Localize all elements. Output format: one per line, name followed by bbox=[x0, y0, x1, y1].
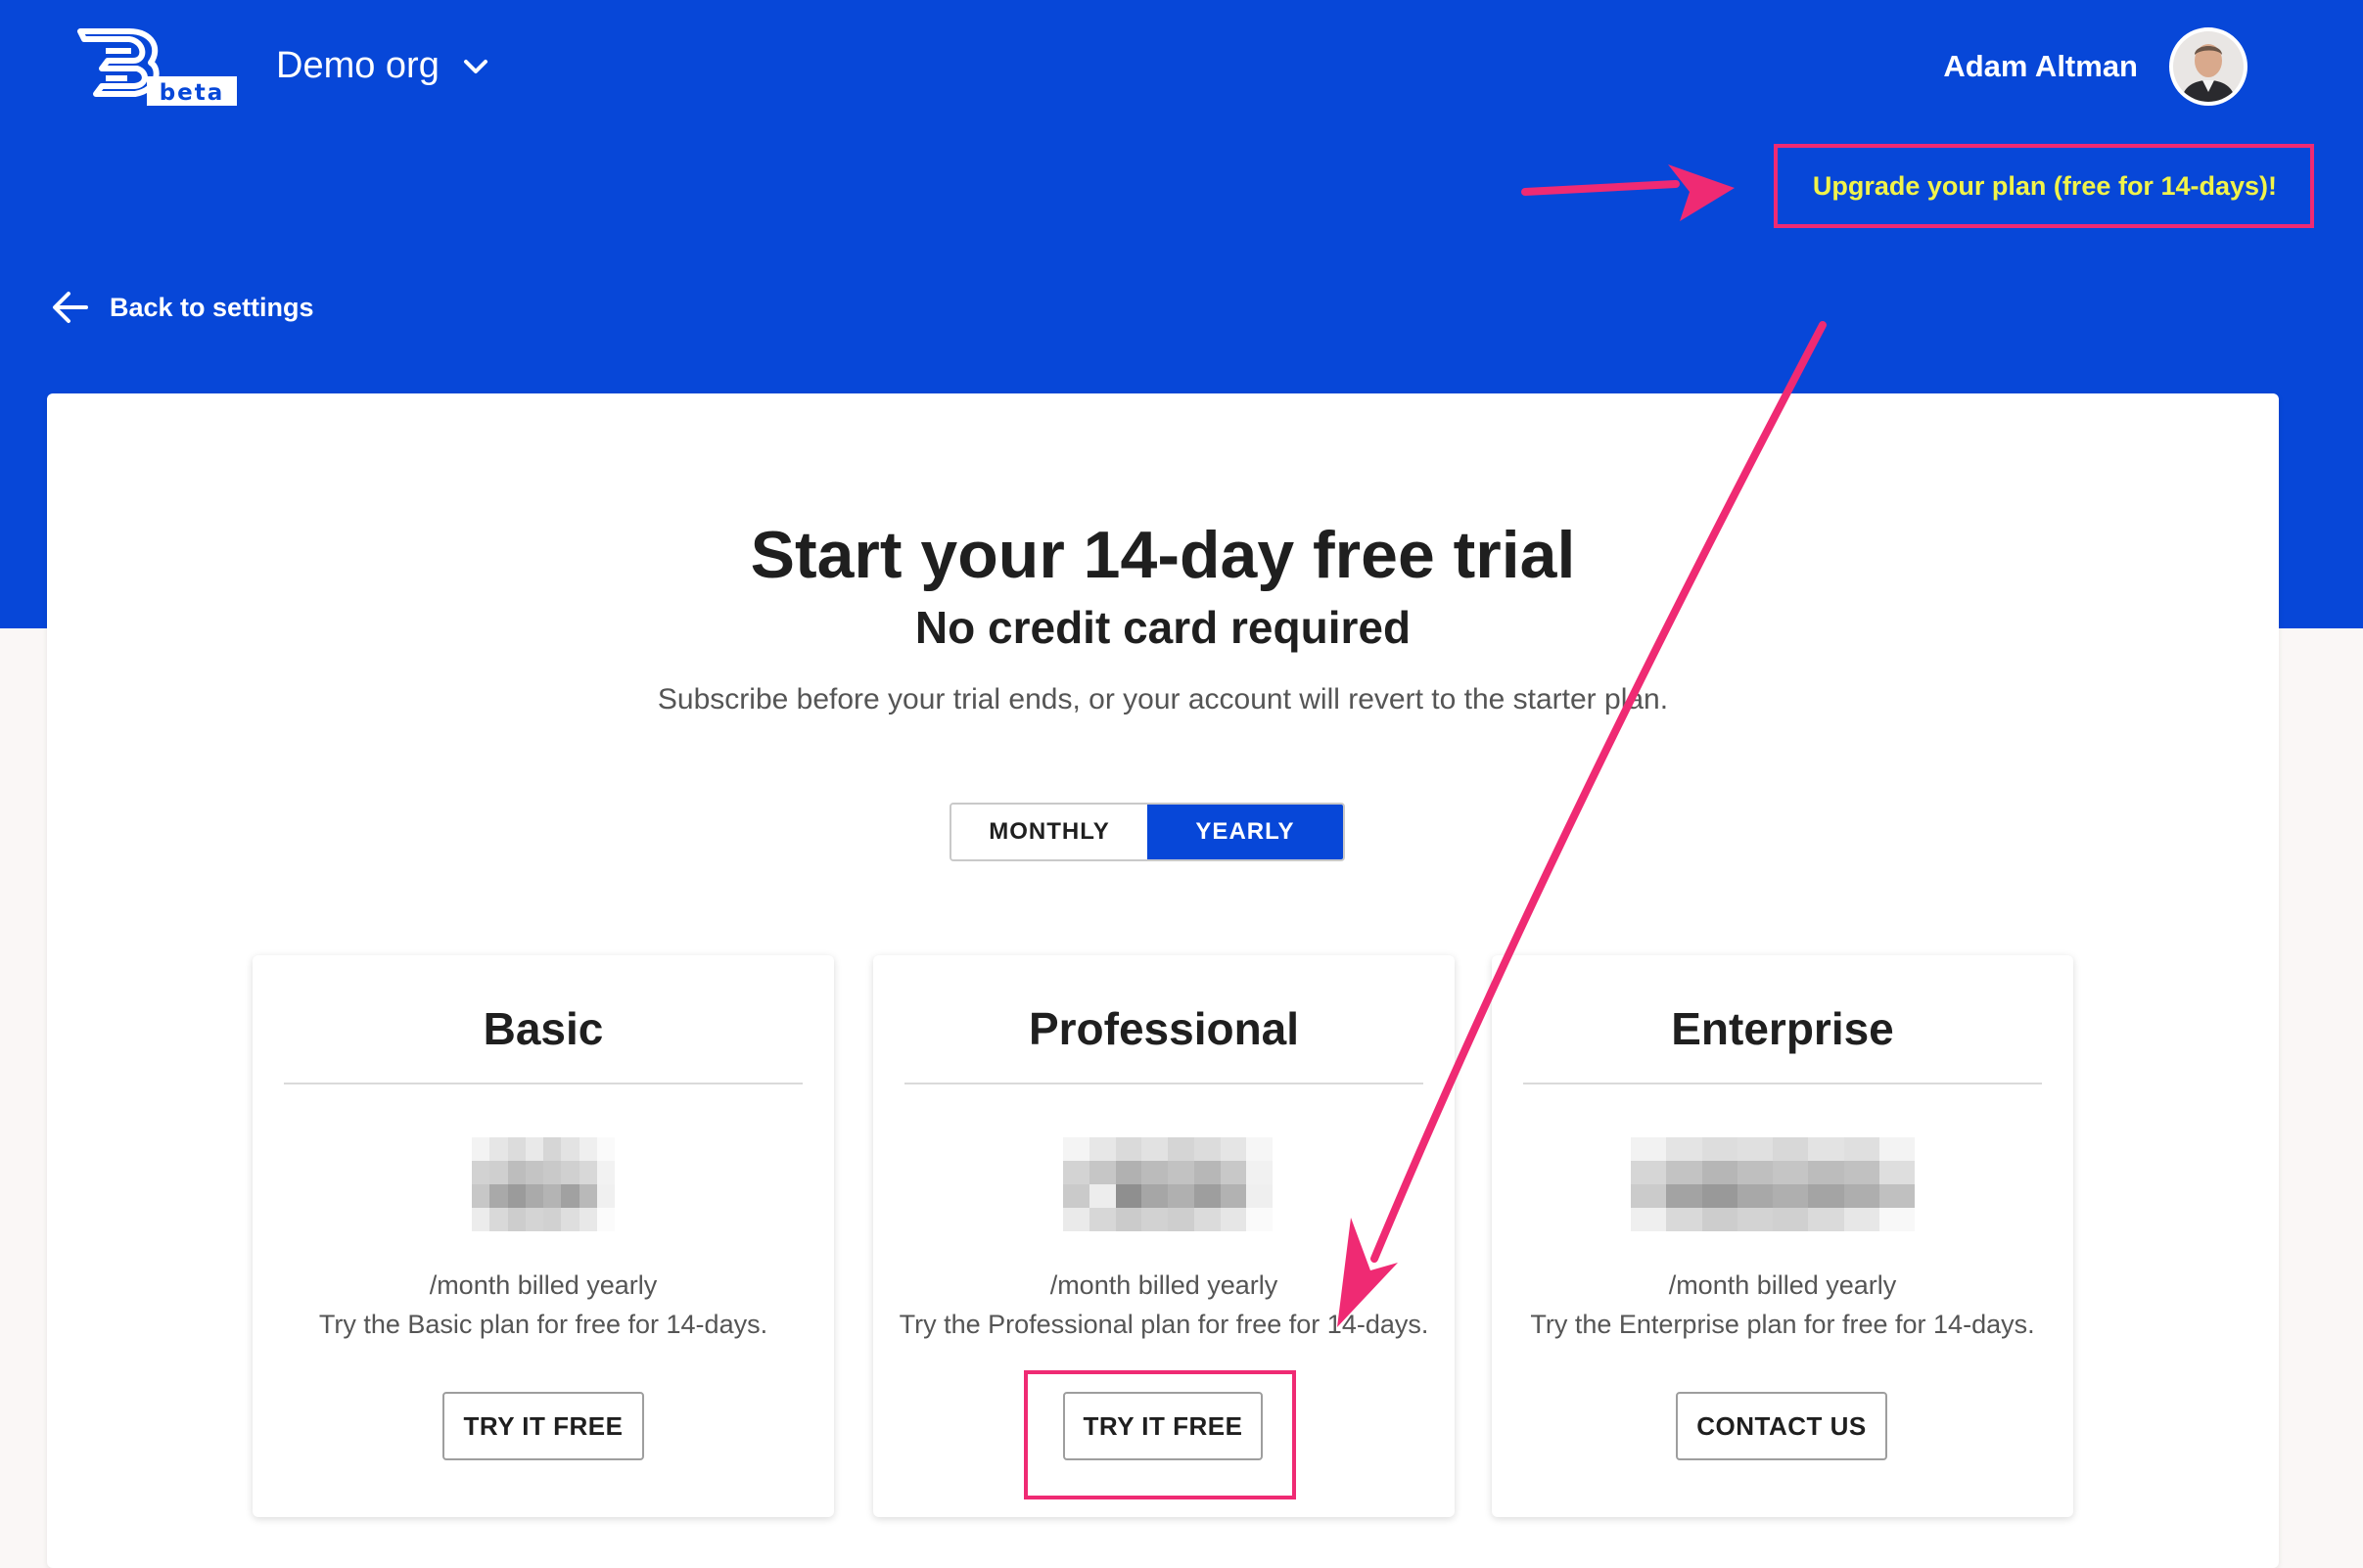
plan-trial-text: Try the Professional plan for free for 1… bbox=[899, 1310, 1429, 1339]
plan-divider bbox=[1523, 1083, 2042, 1084]
plan-divider bbox=[284, 1083, 803, 1084]
arrow-left-icon bbox=[53, 292, 88, 323]
billing-toggle: MONTHLY YEARLY bbox=[950, 803, 1345, 861]
avatar-image bbox=[2173, 31, 2244, 102]
plan-trial-text: Try the Basic plan for free for 14-days. bbox=[318, 1310, 768, 1339]
upgrade-highlight-box: Upgrade your plan (free for 14-days)! bbox=[1774, 144, 2314, 228]
plan-name: Enterprise bbox=[1671, 1003, 1894, 1054]
beta-badge-label: beta bbox=[160, 80, 225, 106]
plan-billing: /month billed yearly bbox=[429, 1270, 658, 1300]
org-name: Demo org bbox=[276, 45, 440, 86]
try-it-free-basic-button[interactable]: TRY IT FREE bbox=[442, 1392, 644, 1460]
contact-us-button[interactable]: CONTACT US bbox=[1676, 1392, 1887, 1460]
blurred-price bbox=[1063, 1137, 1273, 1231]
plan-billing: /month billed yearly bbox=[1049, 1270, 1278, 1300]
plan-divider bbox=[904, 1083, 1423, 1084]
user-name[interactable]: Adam Altman bbox=[1943, 49, 2138, 84]
blurred-price bbox=[472, 1137, 615, 1231]
plan-card-basic: Basic /month billed yearly Try the Basic… bbox=[253, 955, 834, 1517]
try-it-free-highlight-box bbox=[1024, 1370, 1296, 1499]
page-title: Start your 14-day free trial bbox=[750, 518, 1576, 592]
plan-name: Professional bbox=[1028, 1003, 1300, 1054]
back-to-settings-link[interactable]: Back to settings bbox=[51, 290, 314, 325]
user-avatar[interactable] bbox=[2169, 27, 2247, 106]
yearly-toggle-button[interactable]: YEARLY bbox=[1147, 805, 1343, 859]
blurred-price bbox=[1631, 1137, 1915, 1231]
page-subtitle: No credit card required bbox=[914, 602, 1412, 653]
trial-description: Subscribe before your trial ends, or you… bbox=[657, 683, 1669, 715]
plan-billing: /month billed yearly bbox=[1668, 1270, 1897, 1300]
upgrade-plan-link[interactable]: Upgrade your plan (free for 14-days)! bbox=[1813, 171, 2277, 202]
monthly-toggle-button[interactable]: MONTHLY bbox=[951, 805, 1147, 859]
plan-name: Basic bbox=[483, 1003, 604, 1054]
back-label: Back to settings bbox=[110, 292, 314, 322]
org-switcher[interactable]: Demo org bbox=[276, 45, 490, 87]
plan-trial-text: Try the Enterprise plan for free for 14-… bbox=[1530, 1310, 2035, 1339]
chevron-down-icon bbox=[463, 59, 487, 73]
plan-card-enterprise: Enterprise /month billed yearly Try the … bbox=[1492, 955, 2073, 1517]
app-logo[interactable]: beta bbox=[72, 25, 241, 110]
